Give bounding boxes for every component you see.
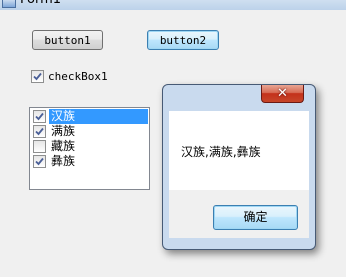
form-title: Form1 xyxy=(20,0,61,8)
item-checkbox[interactable] xyxy=(33,140,46,153)
list-item[interactable]: 彝族 xyxy=(31,154,148,169)
checkbox1-label[interactable]: checkBox1 xyxy=(48,70,108,83)
ok-button[interactable]: 确定 xyxy=(213,205,298,230)
list-item[interactable]: 满族 xyxy=(31,124,148,139)
message-box-dialog: ✕ 汉族,满族,彝族 确定 xyxy=(162,84,316,250)
item-checkbox[interactable] xyxy=(33,155,46,168)
item-checkbox[interactable] xyxy=(33,125,46,138)
list-item-label: 彝族 xyxy=(51,154,76,168)
list-item-label: 满族 xyxy=(51,124,76,138)
checkmark-icon xyxy=(33,72,42,81)
list-item[interactable]: 汉族 xyxy=(31,109,148,124)
checkmark-icon xyxy=(35,112,44,121)
message-text: 汉族,满族,彝族 xyxy=(181,145,261,159)
checked-list-box[interactable]: 汉族 满族 藏族 彝族 xyxy=(29,107,150,190)
checkmark-icon xyxy=(35,157,44,166)
button1[interactable]: button1 xyxy=(32,30,103,50)
close-icon: ✕ xyxy=(277,86,288,101)
checkbox1[interactable] xyxy=(31,70,44,83)
list-item-label: 藏族 xyxy=(51,139,76,153)
message-box-footer: 确定 xyxy=(169,190,309,238)
form-app-icon[interactable] xyxy=(2,0,16,8)
message-box-body: 汉族,满族,彝族 xyxy=(169,111,309,190)
list-item[interactable]: 藏族 xyxy=(31,139,148,154)
button2[interactable]: button2 xyxy=(147,30,219,50)
item-checkbox[interactable] xyxy=(33,110,46,123)
form-title-bar[interactable]: Form1 xyxy=(0,0,346,10)
checkmark-icon xyxy=(35,127,44,136)
close-button[interactable]: ✕ xyxy=(261,85,304,103)
list-item-label: 汉族 xyxy=(49,109,148,124)
